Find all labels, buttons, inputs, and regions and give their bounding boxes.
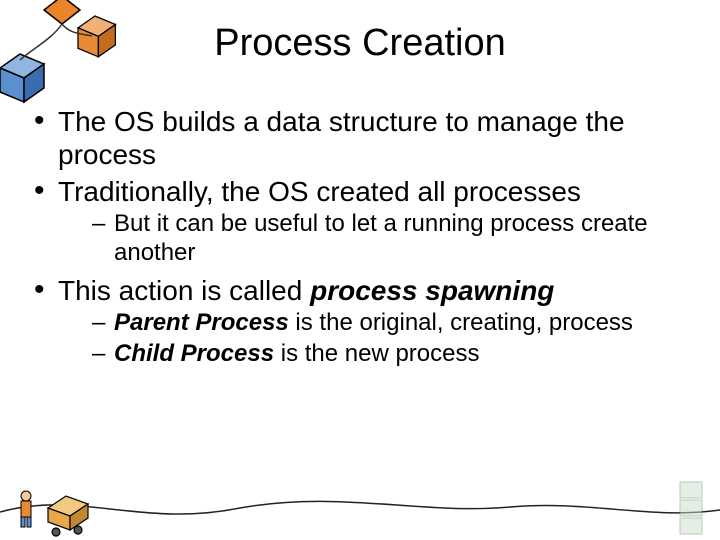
figure-with-cart-icon <box>0 460 720 540</box>
bullet-1-text: The OS builds a data structure to manage… <box>58 106 625 170</box>
bullet-3-sub-2: Child Process is the new process <box>58 340 690 369</box>
bullet-3-sub-1-term: Parent Process <box>114 309 289 336</box>
bullet-2-sub-1: But it can be useful to let a running pr… <box>58 210 690 268</box>
bullet-3-sub-2-term: Child Process <box>114 340 274 367</box>
bullet-3-prefix: This action is called <box>58 275 310 306</box>
bullet-2: Traditionally, the OS created all proces… <box>30 175 690 268</box>
bullet-3-sub-2-text: is the new process <box>274 340 479 367</box>
slide-title: Process Creation <box>0 0 720 75</box>
bullet-2-text: Traditionally, the OS created all proces… <box>58 176 581 207</box>
bullet-3-sub-1: Parent Process is the original, creating… <box>58 309 690 338</box>
bullet-2-sub-1-text: But it can be useful to let a running pr… <box>114 210 648 266</box>
slide-content: The OS builds a data structure to manage… <box>30 105 690 368</box>
bullet-3-emph: process spawning <box>310 275 554 306</box>
slide: Process Creation The OS builds a data st… <box>0 0 720 540</box>
bullet-3-sub-1-text: is the original, creating, process <box>289 309 633 336</box>
bullet-3: This action is called process spawning P… <box>30 274 690 369</box>
bullet-1: The OS builds a data structure to manage… <box>30 105 690 171</box>
